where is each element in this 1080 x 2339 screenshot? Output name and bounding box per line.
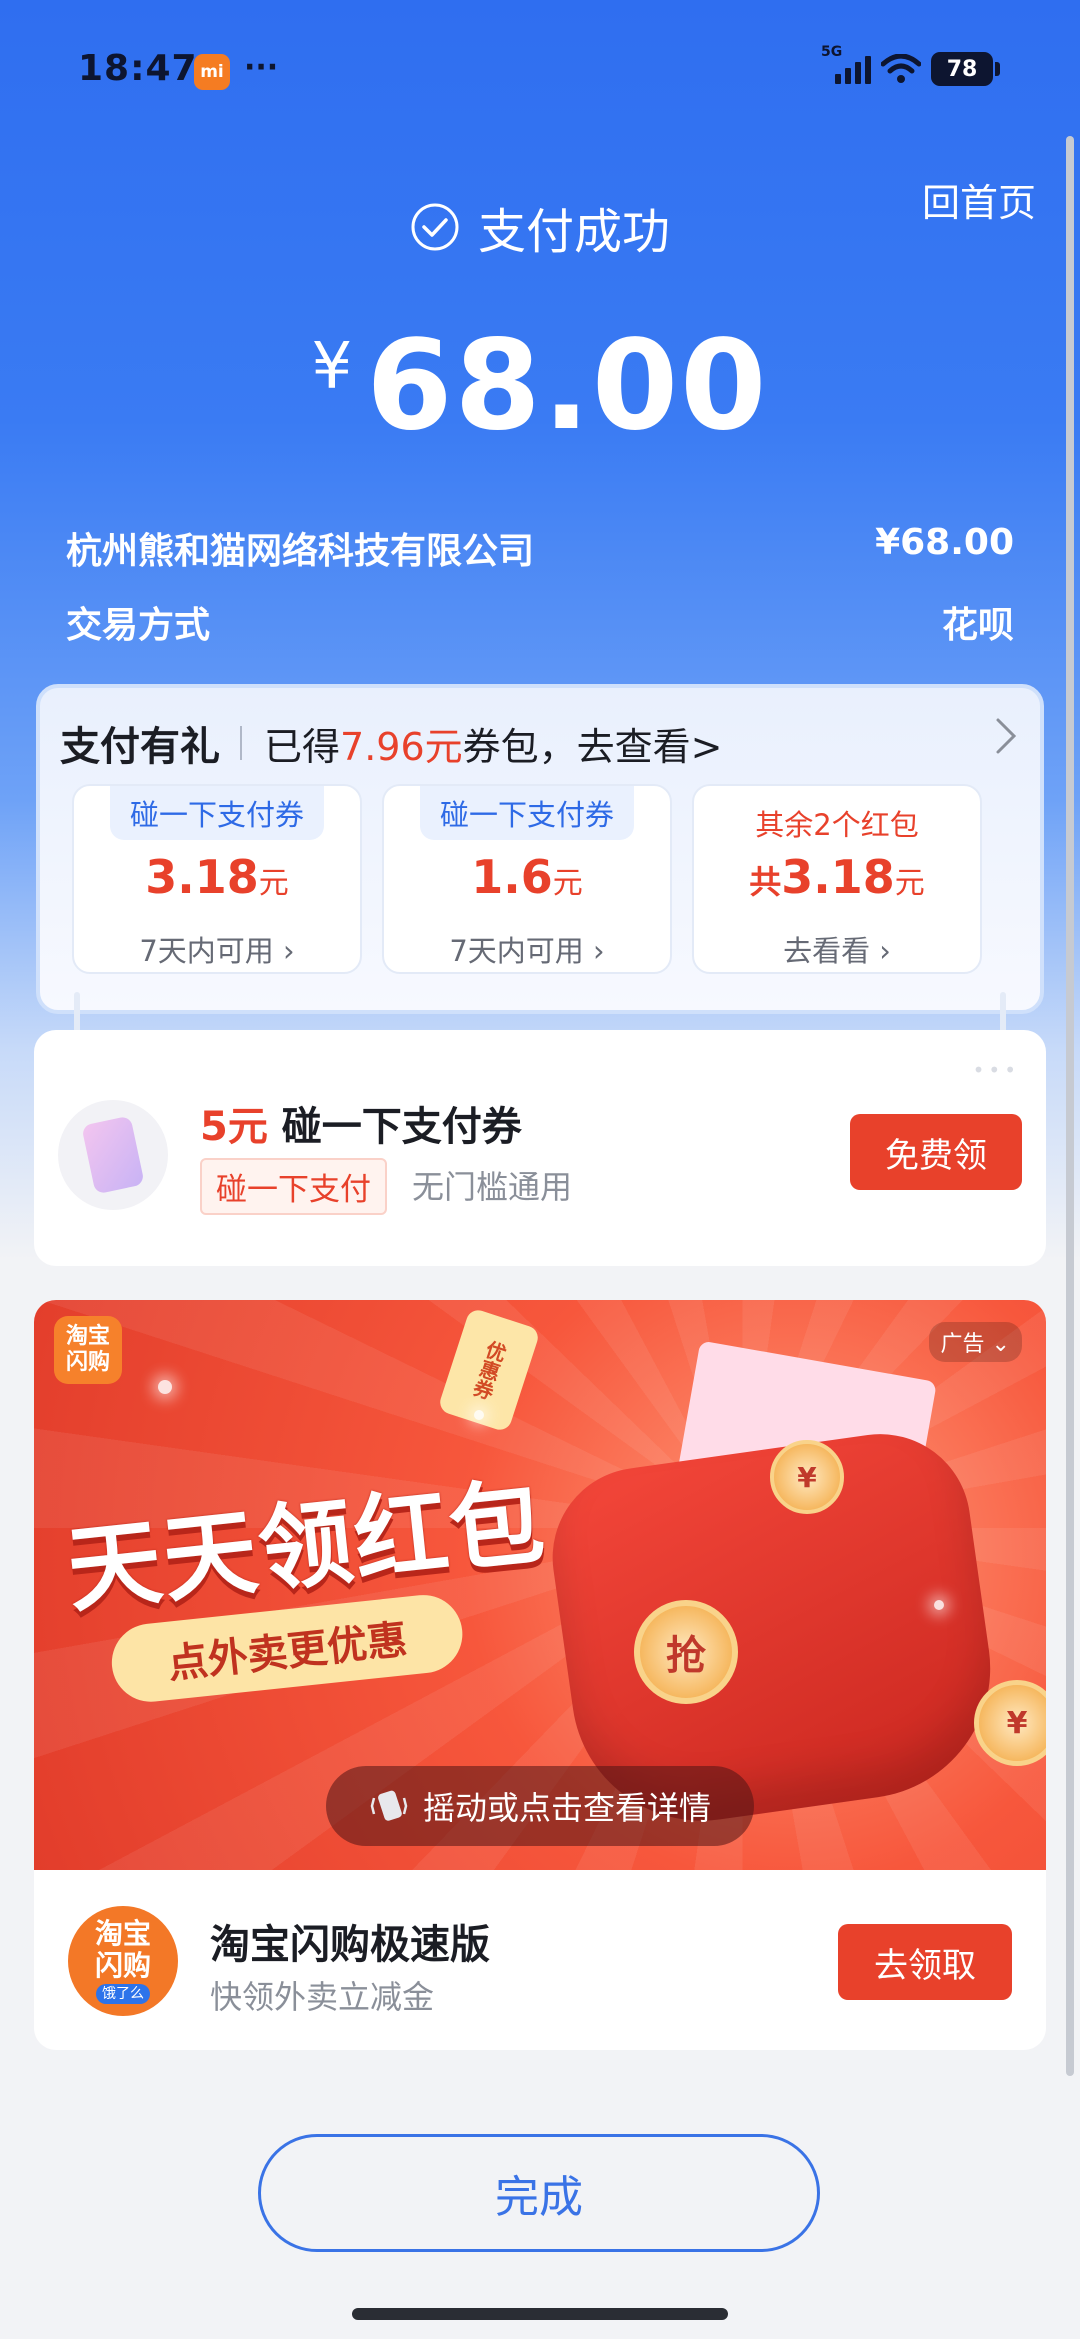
network-type: 5G bbox=[821, 44, 843, 60]
gift-header: 支付有礼 已得 7.96元 券包，去查看> bbox=[60, 714, 722, 772]
coupon-note: 7天内可用 › bbox=[139, 934, 295, 968]
currency-symbol: ¥ bbox=[311, 330, 353, 404]
app-name: 淘宝闪购极速版 bbox=[210, 1922, 490, 1968]
promo-card-icon bbox=[58, 1100, 168, 1210]
grab-coin-icon: 抢 bbox=[634, 1600, 738, 1704]
payment-amount: ¥68.00 bbox=[0, 314, 1080, 458]
promo-title-text: 碰一下支付券 bbox=[281, 1104, 522, 1150]
gift-title: 支付有礼 bbox=[60, 724, 220, 770]
payment-status: 支付成功 bbox=[0, 192, 1080, 262]
ad-card[interactable]: 淘宝 闪购 广告 ⌄ 优惠券 ¥ 抢 ¥ 天天领红包 点外卖更优惠 摇动或点击查… bbox=[34, 1300, 1046, 2050]
coupon-tag: 碰一下支付券 bbox=[109, 786, 325, 840]
promo-tag: 碰一下支付 bbox=[200, 1158, 387, 1215]
wifi-icon bbox=[881, 54, 921, 83]
battery-tip bbox=[995, 62, 1000, 76]
claim-free-button[interactable]: 免费领 bbox=[850, 1114, 1022, 1190]
promo-card[interactable]: ••• 5元 碰一下支付券 碰一下支付 无门槛通用 免费领 bbox=[34, 1030, 1046, 1266]
merchant-name: 杭州熊和猫网络科技有限公司 bbox=[66, 531, 535, 572]
signal-icon: 5G bbox=[821, 44, 871, 84]
coupon-value: 共3.18元 bbox=[694, 850, 980, 904]
scrollbar[interactable] bbox=[1066, 136, 1074, 2076]
more-options-icon[interactable]: ••• bbox=[973, 1058, 1020, 1082]
payment-method-value: 花呗 bbox=[941, 605, 1014, 646]
status-text: 支付成功 bbox=[477, 204, 670, 260]
amount-value: 68.00 bbox=[366, 314, 769, 458]
coupon-list: 碰一下支付券 3.18元 7天内可用 › 碰一下支付券 1.6元 7天内可用 ›… bbox=[72, 784, 1012, 974]
status-bar: 18:47 mi ··· 5G 78 bbox=[0, 0, 1080, 140]
coupon-amount: 3.18 bbox=[145, 850, 259, 904]
battery-icon: 78 bbox=[931, 52, 993, 86]
coupon-value: 1.6元 bbox=[384, 850, 670, 904]
coupon-tag: 碰一下支付券 bbox=[419, 786, 635, 840]
payment-method-label: 交易方式 bbox=[66, 605, 211, 646]
sparkle bbox=[934, 1600, 944, 1610]
payment-method-row: 交易方式 花呗 bbox=[66, 596, 1014, 648]
app-logo: 淘宝 闪购 饿了么 bbox=[68, 1906, 178, 2016]
shake-text: 摇动或点击查看详情 bbox=[422, 1789, 711, 1827]
phone-shake-icon bbox=[370, 1790, 408, 1821]
coupon-note-text: 去看看 bbox=[783, 934, 871, 968]
promo-subtitle: 无门槛通用 bbox=[412, 1168, 573, 1206]
coupon-note: 去看看 › bbox=[783, 934, 891, 968]
payment-gift-card[interactable]: 支付有礼 已得 7.96元 券包，去查看> 碰一下支付券 3.18元 7天内可用 ›… bbox=[36, 684, 1044, 1014]
coupon-item[interactable]: 碰一下支付券 1.6元 7天内可用 › bbox=[382, 784, 672, 974]
coupon-prefix: 共 bbox=[749, 863, 782, 901]
gift-divider bbox=[240, 726, 242, 760]
coin-icon: ¥ bbox=[770, 1440, 844, 1514]
gift-text-suffix: 券包，去查看> bbox=[462, 724, 723, 769]
ad-label-text: 广告 bbox=[940, 1332, 985, 1357]
coupon-note-text: 7天内可用 bbox=[139, 934, 274, 968]
merchant-row: 杭州熊和猫网络科技有限公司 ¥68.00 bbox=[66, 522, 1014, 574]
app-logo-small: 饿了么 bbox=[96, 1984, 150, 2004]
ad-label[interactable]: 广告 ⌄ bbox=[928, 1322, 1022, 1362]
ad-banner[interactable]: 淘宝 闪购 广告 ⌄ 优惠券 ¥ 抢 ¥ 天天领红包 点外卖更优惠 摇动或点击查… bbox=[34, 1300, 1046, 1870]
coupon-item[interactable]: 碰一下支付券 3.18元 7天内可用 › bbox=[72, 784, 362, 974]
promo-title: 5元 碰一下支付券 bbox=[200, 1094, 522, 1152]
coupon-item[interactable]: 其余2个红包 共3.18元 去看看 › bbox=[692, 784, 982, 974]
coupon-amount: 3.18 bbox=[781, 850, 895, 904]
sparkle bbox=[158, 1380, 172, 1394]
coupon-unit: 元 bbox=[552, 866, 583, 901]
coupon-note-text: 7天内可用 bbox=[449, 934, 584, 968]
coupon-unit: 元 bbox=[894, 866, 925, 901]
merchant-amount: ¥68.00 bbox=[875, 522, 1014, 563]
claim-button[interactable]: 去领取 bbox=[838, 1924, 1012, 2000]
status-indicators: 5G 78 bbox=[821, 44, 1000, 86]
status-time: 18:47 bbox=[78, 48, 198, 89]
app-logo-line1: 淘宝 bbox=[94, 1917, 151, 1950]
sparkle bbox=[474, 1410, 484, 1420]
coupon-amount: 1.6 bbox=[471, 850, 553, 904]
coupon-note: 7天内可用 › bbox=[449, 934, 605, 968]
coupon-tag: 其余2个红包 bbox=[755, 808, 919, 842]
coupon-value: 3.18元 bbox=[74, 850, 360, 904]
chevron-right-icon[interactable] bbox=[994, 716, 1018, 756]
done-button[interactable]: 完成 bbox=[258, 2134, 820, 2252]
taobao-flash-logo: 淘宝 闪购 bbox=[54, 1316, 122, 1384]
home-indicator[interactable] bbox=[352, 2308, 728, 2320]
ad-app-row[interactable]: 淘宝 闪购 饿了么 淘宝闪购极速版 快领外卖立减金 去领取 bbox=[34, 1870, 1046, 2050]
more-notifications-icon: ··· bbox=[244, 50, 279, 85]
shake-for-details[interactable]: 摇动或点击查看详情 bbox=[326, 1766, 754, 1846]
app-logo-line2: 闪购 bbox=[94, 1949, 151, 1982]
gift-text-prefix: 已得 bbox=[264, 724, 341, 769]
gift-total: 7.96元 bbox=[340, 724, 463, 769]
logo-text: 淘宝 闪购 bbox=[65, 1324, 110, 1375]
app-description: 快领外卖立减金 bbox=[210, 1978, 435, 2016]
mi-notification-icon: mi bbox=[194, 54, 230, 90]
check-circle-icon bbox=[411, 203, 459, 251]
coupon-unit: 元 bbox=[258, 866, 289, 901]
promo-amount: 5元 bbox=[200, 1104, 268, 1150]
